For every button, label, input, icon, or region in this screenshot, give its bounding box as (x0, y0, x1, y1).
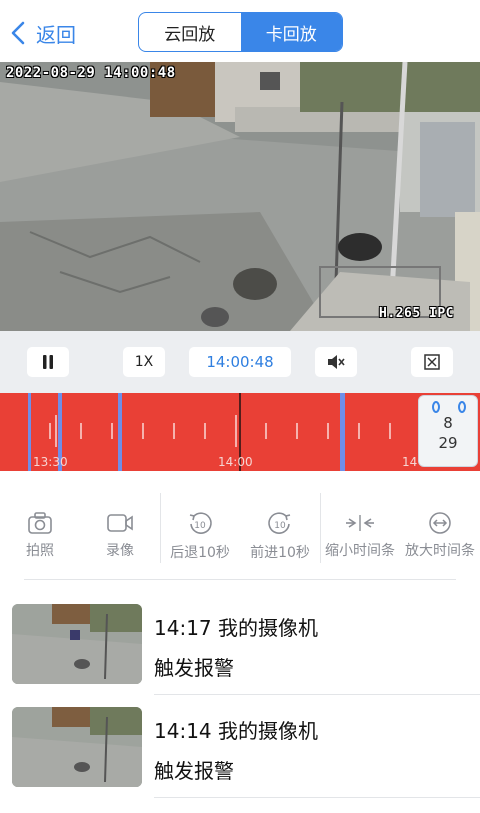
svg-text:10: 10 (274, 521, 286, 531)
mute-button[interactable] (315, 347, 357, 377)
forward-10s-button[interactable]: 10 前进10秒 (240, 511, 320, 563)
timeline-label-1330: 13:30 (33, 455, 68, 469)
back-button[interactable]: 返回 (10, 18, 76, 48)
date-picker-button[interactable]: 8 29 (418, 395, 478, 467)
top-nav-bar: 返回 云回放 卡回放 (0, 0, 480, 62)
shrink-timeline-icon (346, 515, 374, 531)
timeline-event-marker (118, 393, 122, 471)
timeline-event-marker (340, 393, 345, 471)
svg-text:10: 10 (194, 521, 206, 531)
osd-timestamp: 2022-08-29 14:00:48 (6, 65, 176, 81)
snapshot-label: 拍照 (26, 543, 54, 559)
shrink-timeline-button[interactable]: 缩小时间条 (320, 511, 400, 561)
date-day: 29 (438, 434, 458, 452)
chevron-left-icon (11, 21, 25, 45)
expand-timeline-label: 放大时间条 (405, 543, 475, 559)
alarm-title: 14:17 我的摄像机 (154, 616, 318, 640)
tab-cloud-playback[interactable]: 云回放 (139, 13, 241, 51)
tab-card-playback[interactable]: 卡回放 (240, 13, 342, 51)
record-button[interactable]: 录像 (80, 511, 160, 561)
alarm-title: 14:14 我的摄像机 (154, 719, 318, 743)
timeline-event-marker (28, 393, 31, 471)
recording-timeline[interactable]: 13:30 14:00 14 (0, 393, 480, 471)
alarm-type: 触发报警 (154, 759, 234, 783)
osd-codec-label: H.265 IPC (379, 306, 454, 321)
playback-tools-row: 拍照 录像 10 后退10秒 10 前进10秒 缩小时间条 放大时间条 (0, 493, 480, 581)
mute-icon (328, 355, 345, 369)
forward-10s-label: 前进10秒 (250, 545, 310, 561)
snapshot-button[interactable]: 拍照 (0, 511, 80, 561)
alarm-type: 触发报警 (154, 656, 234, 680)
alarm-list-item[interactable]: 14:14 我的摄像机 触发报警 (0, 697, 480, 799)
pause-button[interactable] (27, 347, 69, 377)
calendar-rings-icon (432, 401, 466, 413)
camera-scene-image (0, 62, 480, 331)
video-player[interactable]: 2022-08-29 14:00:48 H.265 IPC (0, 62, 480, 331)
video-record-icon (107, 514, 133, 532)
list-divider (154, 797, 480, 798)
current-time-display[interactable]: 14:00:48 (189, 347, 291, 377)
alarm-thumbnail (12, 707, 142, 787)
expand-timeline-icon (429, 512, 451, 534)
playback-source-switch: 云回放 卡回放 (138, 12, 343, 52)
rewind-10s-label: 后退10秒 (170, 545, 230, 561)
forward-10-icon: 10 (268, 512, 291, 534)
pause-icon (43, 355, 53, 369)
alarm-thumbnail (12, 604, 142, 684)
list-divider (154, 694, 480, 695)
speed-button[interactable]: 1X (123, 347, 165, 377)
rewind-10s-button[interactable]: 10 后退10秒 (160, 511, 240, 563)
shrink-timeline-label: 缩小时间条 (325, 543, 395, 559)
expand-timeline-button[interactable]: 放大时间条 (400, 511, 480, 561)
fullscreen-button[interactable] (411, 347, 453, 377)
date-month: 8 (443, 414, 453, 432)
tools-divider-line (24, 579, 456, 580)
timeline-label-1400: 14:00 (218, 455, 253, 469)
alarm-list-item[interactable]: 14:17 我的摄像机 触发报警 (0, 594, 480, 696)
record-label: 录像 (106, 543, 134, 559)
fullscreen-icon (424, 354, 440, 370)
playback-controls-bar: 1X 14:00:48 (0, 331, 480, 393)
rewind-10-icon: 10 (189, 512, 212, 534)
timeline-label-14: 14 (402, 455, 418, 469)
camera-icon (28, 512, 52, 534)
back-label: 返回 (36, 22, 76, 47)
